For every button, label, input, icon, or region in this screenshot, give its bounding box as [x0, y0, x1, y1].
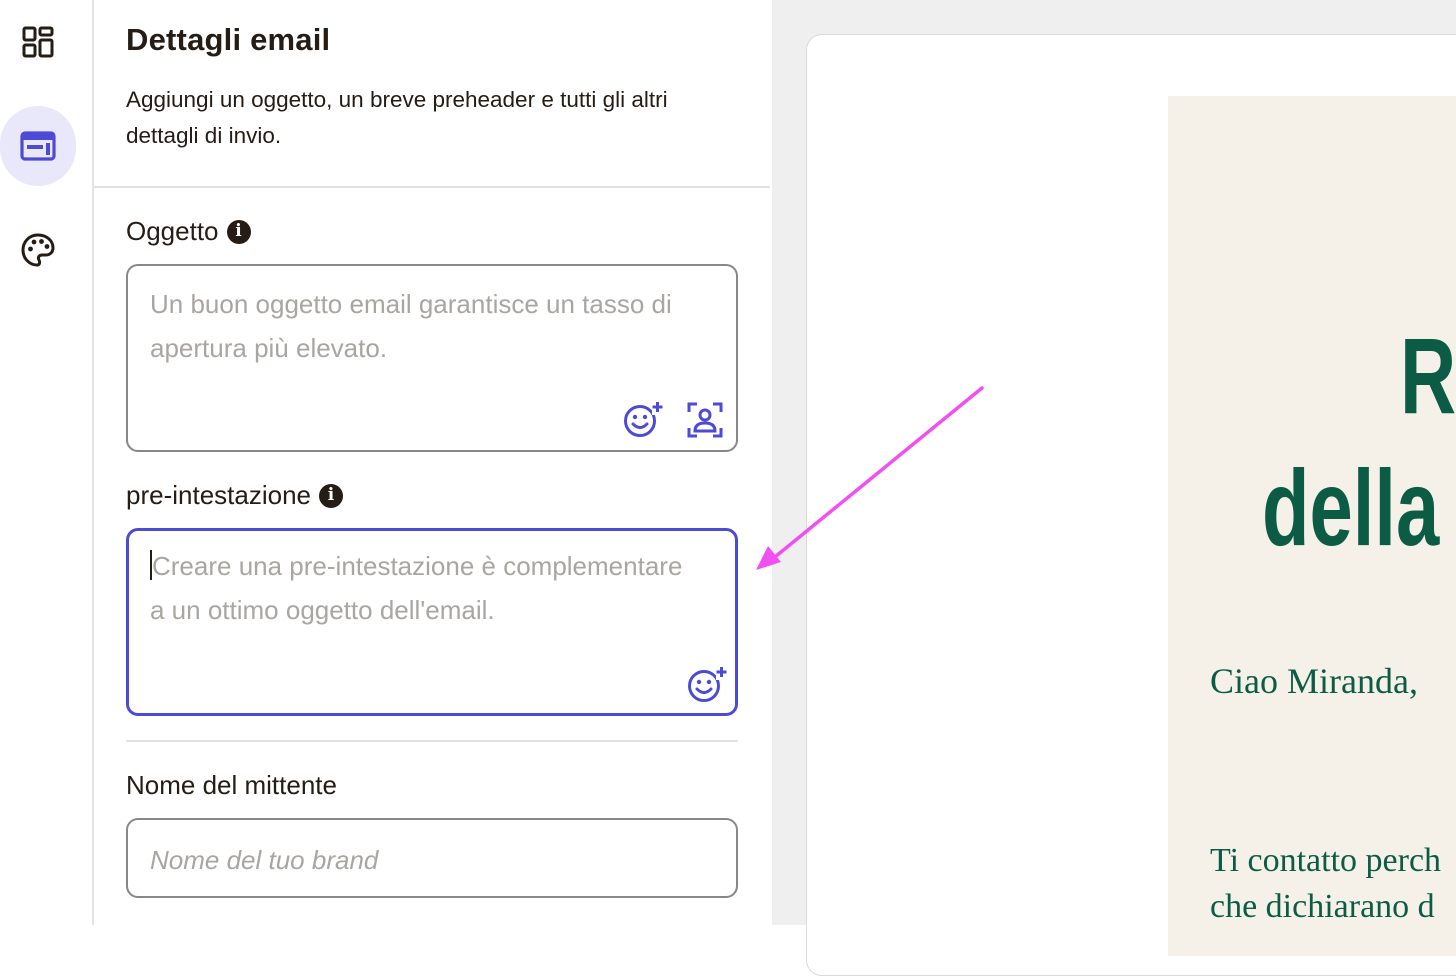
preheader-field[interactable]: Creare una pre-intestazione è complement…	[126, 528, 738, 716]
left-rail	[0, 0, 94, 925]
sender-label: Nome del mittente	[126, 770, 337, 800]
subject-label: Oggetto	[126, 216, 219, 246]
rail-item-design[interactable]	[0, 210, 76, 290]
preheader-label: pre-intestazione	[126, 480, 311, 510]
info-icon[interactable]: i	[319, 483, 343, 508]
section-divider	[126, 740, 738, 742]
email-body-line-2: che dichiarano d	[1210, 888, 1435, 925]
subject-placeholder: Un buon oggetto email garantisce un tass…	[150, 289, 672, 363]
preheader-placeholder-container: Creare una pre-intestazione è complement…	[150, 544, 690, 632]
email-body-line-1: Ti contatto perch	[1210, 842, 1442, 879]
layout-grid-icon	[22, 26, 54, 58]
rail-item-email-details[interactable]	[0, 106, 76, 186]
panel-divider	[94, 186, 770, 188]
palette-icon	[21, 233, 55, 267]
email-hero-heading-line-2: della	[1262, 447, 1440, 568]
panel-description: Aggiungi un oggetto, un breve preheader …	[126, 87, 668, 148]
preheader-placeholder: Creare una pre-intestazione è complement…	[150, 551, 683, 625]
subject-label-row: Oggetto i	[126, 216, 251, 247]
personalize-icon[interactable]	[686, 401, 724, 439]
email-details-icon	[20, 131, 56, 161]
sender-name-field[interactable]: Nome del tuo brand	[126, 818, 738, 898]
email-details-panel: Dettagli email Aggiungi un oggetto, un b…	[94, 0, 770, 925]
email-greeting: Ciao Miranda,	[1210, 661, 1418, 701]
info-icon[interactable]: i	[226, 219, 251, 244]
sender-placeholder: Nome del tuo brand	[150, 845, 379, 875]
preheader-label-row: pre-intestazione i	[126, 480, 343, 511]
rail-item-layout[interactable]	[0, 2, 76, 82]
emoji-add-icon[interactable]	[687, 665, 727, 705]
email-hero-heading-line-1: R	[1400, 315, 1456, 436]
panel-title: Dettagli email	[126, 22, 331, 57]
subject-field[interactable]: Un buon oggetto email garantisce un tass…	[126, 264, 738, 452]
sender-label-row: Nome del mittente	[126, 770, 337, 801]
emoji-add-icon[interactable]	[623, 400, 663, 440]
